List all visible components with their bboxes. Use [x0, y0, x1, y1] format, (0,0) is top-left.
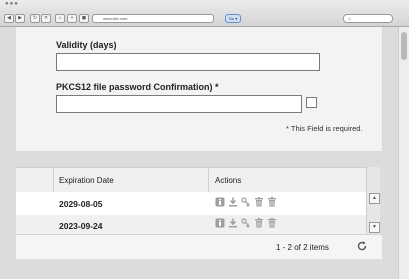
validity-label: Validity (days) [56, 40, 117, 50]
validity-input[interactable] [56, 53, 320, 71]
row-actions [215, 218, 277, 228]
grid-footer: 1 - 2 of 2 items [16, 234, 382, 259]
browser-chrome: ●●● ◀ ▶ ↻ ✕ ⌂ + ◼ www.site.com Go ▾ Q [0, 0, 409, 27]
info-icon[interactable] [215, 218, 225, 228]
row-actions [215, 197, 277, 207]
download-icon[interactable] [228, 197, 238, 207]
certificate-form: Validity (days) PKCS12 file password Con… [16, 27, 383, 151]
revoke-icon[interactable] [267, 197, 277, 207]
window-controls[interactable]: ●●● [5, 1, 19, 7]
table-row[interactable]: 2023-09-24 [16, 215, 366, 235]
certificates-grid: Expiration Date Actions 2029-08-05 2023-… [16, 167, 382, 279]
password-confirm-input[interactable] [56, 95, 302, 113]
back-button[interactable]: ◀ [4, 14, 14, 23]
scroll-down-button[interactable]: ▼ [369, 222, 380, 233]
expiration-date-cell: 2023-09-24 [59, 221, 103, 231]
address-bar[interactable]: www.site.com [92, 14, 214, 23]
revoke-icon[interactable] [267, 218, 277, 228]
column-header-expiration-date[interactable]: Expiration Date [59, 176, 114, 185]
download-key-icon[interactable] [241, 197, 251, 207]
download-key-icon[interactable] [241, 218, 251, 228]
show-password-checkbox[interactable] [306, 97, 317, 108]
page-scrollbar-thumb[interactable] [401, 32, 407, 60]
table-row[interactable]: 2029-08-05 [16, 192, 366, 216]
download-icon[interactable] [228, 218, 238, 228]
add-bookmark-button[interactable]: + [67, 14, 77, 23]
info-icon[interactable] [215, 197, 225, 207]
pagination-info: 1 - 2 of 2 items [276, 243, 329, 252]
grid-scrollbar[interactable]: ▲ ▼ [366, 167, 380, 234]
refresh-icon[interactable] [356, 240, 368, 252]
grid-header: Expiration Date Actions [16, 167, 366, 194]
forward-button[interactable]: ▶ [15, 14, 25, 23]
column-header-actions[interactable]: Actions [215, 176, 241, 185]
reload-button[interactable]: ↻ [30, 14, 40, 23]
site-icon: ◼ [79, 14, 89, 23]
expiration-date-cell: 2029-08-05 [59, 199, 103, 209]
stop-button[interactable]: ✕ [41, 14, 51, 23]
home-button[interactable]: ⌂ [55, 14, 65, 23]
delete-icon[interactable] [254, 197, 264, 207]
go-button[interactable]: Go ▾ [225, 14, 241, 23]
required-note: * This Field is required. [286, 124, 363, 133]
password-confirm-label: PKCS12 file password Confirmation) * [56, 82, 219, 92]
search-input[interactable]: Q [343, 14, 393, 23]
column-divider[interactable] [208, 168, 209, 193]
page-scrollbar[interactable] [398, 27, 409, 279]
scroll-up-button[interactable]: ▲ [369, 193, 380, 204]
column-divider[interactable] [53, 168, 54, 193]
delete-icon[interactable] [254, 218, 264, 228]
